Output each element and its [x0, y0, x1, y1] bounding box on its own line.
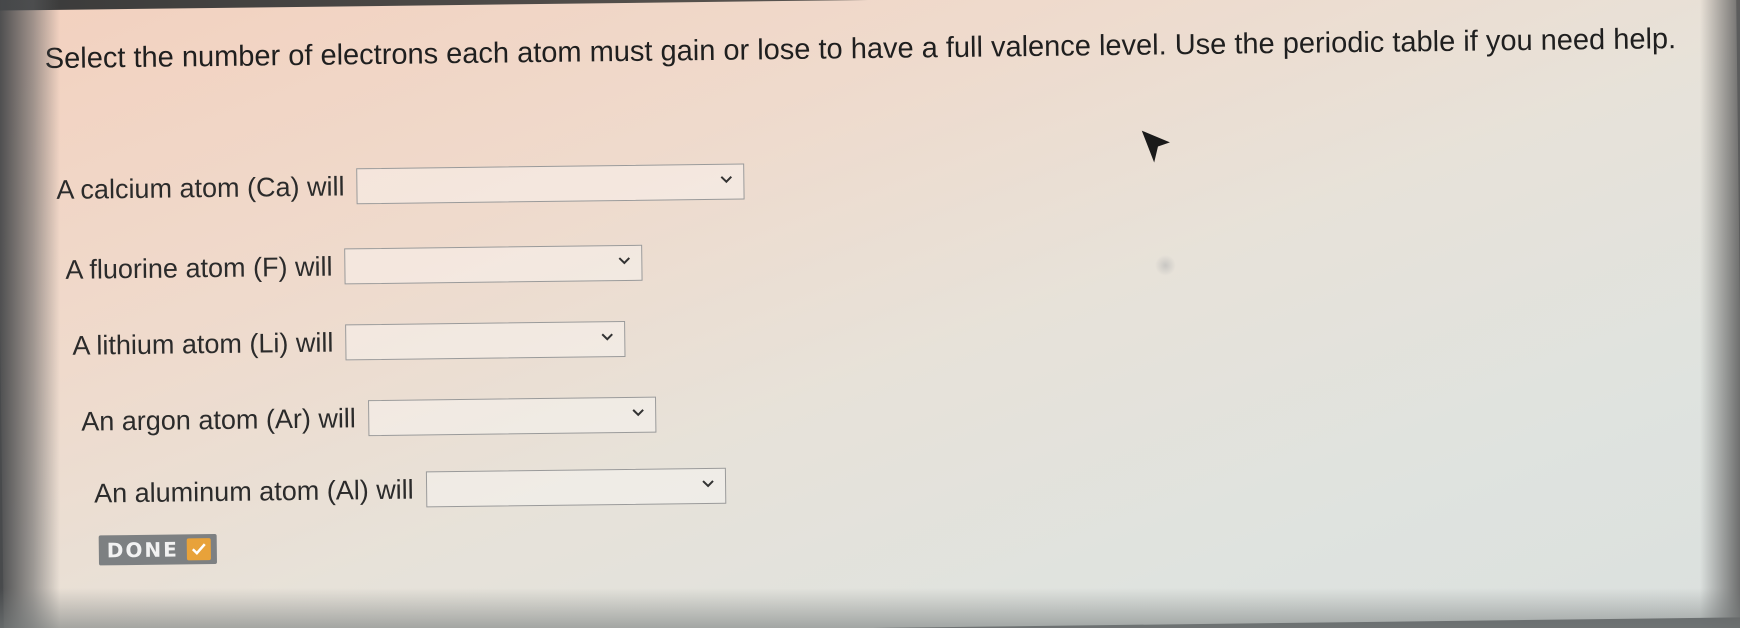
screen-edge-shadow-left	[0, 0, 60, 628]
checkmark-icon	[186, 538, 211, 561]
screen-edge-shadow-right	[1700, 0, 1740, 628]
item-row-aluminum: An aluminum atom (Al) will	[94, 466, 726, 514]
chevron-down-icon	[601, 333, 614, 341]
item-row-fluorine: A fluorine atom (F) will	[65, 243, 643, 290]
item-label: A fluorine atom (F) will	[65, 251, 333, 285]
done-button[interactable]: DONE	[98, 533, 218, 566]
chevron-down-icon	[632, 409, 644, 417]
screen-smudge	[1155, 254, 1176, 277]
chevron-down-icon	[701, 480, 714, 488]
question-content: Select the number of electrons each atom…	[0, 0, 1740, 628]
item-row-argon: An argon atom (Ar) will	[81, 395, 657, 442]
mouse-cursor-icon	[1141, 130, 1170, 163]
chevron-down-icon	[720, 175, 733, 184]
item-label: An aluminum atom (Al) will	[93, 474, 414, 508]
lithium-answer-dropdown[interactable]	[345, 320, 626, 361]
item-label: A calcium atom (Ca) will	[56, 170, 345, 205]
item-row-lithium: A lithium atom (Li) will	[72, 319, 626, 366]
item-row-calcium: A calcium atom (Ca) will	[56, 162, 745, 210]
aluminum-answer-dropdown[interactable]	[425, 467, 726, 508]
question-panel: Select the number of electrons each atom…	[0, 0, 1740, 628]
question-prompt: Select the number of electrons each atom…	[44, 23, 1677, 76]
calcium-answer-dropdown[interactable]	[356, 163, 745, 205]
chevron-down-icon	[618, 257, 631, 265]
screen-edge-shadow-bottom	[0, 588, 1740, 628]
photo-frame: Select the number of electrons each atom…	[0, 0, 1740, 628]
item-label: An argon atom (Ar) will	[81, 402, 357, 437]
argon-answer-dropdown[interactable]	[367, 396, 657, 437]
done-button-label: DONE	[106, 537, 179, 563]
fluorine-answer-dropdown[interactable]	[344, 244, 643, 285]
item-label: A lithium atom (Li) will	[72, 327, 334, 361]
